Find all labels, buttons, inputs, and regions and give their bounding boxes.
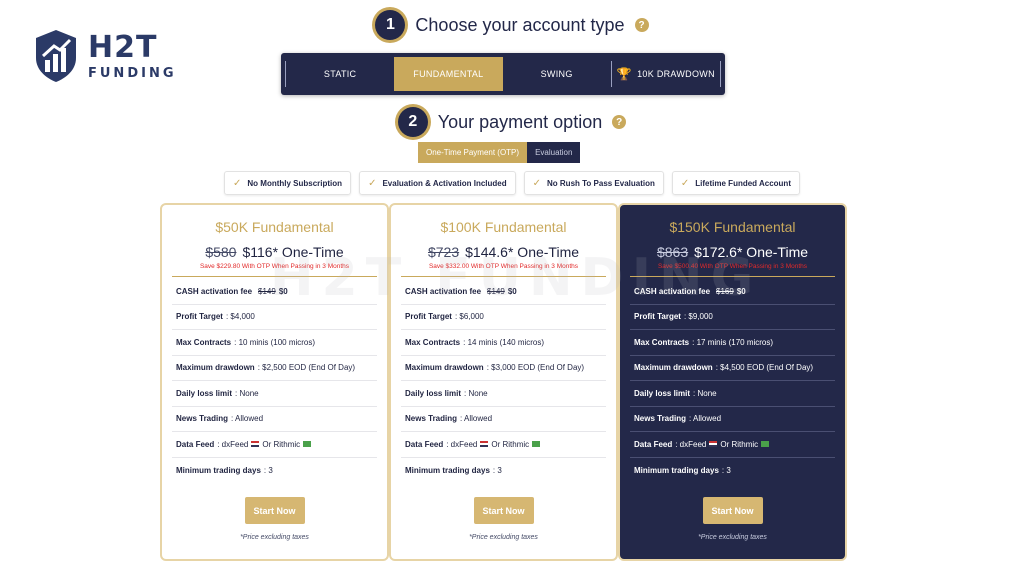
tab-fundamental[interactable]: FUNDAMENTAL: [394, 57, 503, 91]
save-note: Save $332.00 With OTP When Passing in 3 …: [428, 263, 579, 270]
check-icon: ✓: [233, 177, 242, 189]
spec-data-feed: Data Feed: dxFeed Or Rithmic: [630, 432, 835, 458]
spec-profit-target: Profit Target: $4,000: [172, 305, 377, 330]
old-price: $723: [427, 244, 460, 260]
flag-icon: [709, 441, 718, 448]
spec-daily-loss: Daily loss limit: None: [630, 381, 835, 407]
new-price: $116* One-Time: [242, 244, 344, 260]
flag-icon: [303, 441, 312, 448]
flag-icon: [251, 441, 260, 448]
plan-card-150k: $150K Fundamental $863 $172.6* One-Time …: [618, 203, 847, 561]
check-icon: ✓: [368, 177, 377, 189]
start-now-button[interactable]: Start Now: [473, 497, 534, 524]
divider: [630, 276, 835, 277]
new-price: $172.6* One-Time: [694, 244, 809, 260]
payment-evaluation-button[interactable]: Evaluation: [527, 142, 581, 163]
plan-price: $863 $172.6* One-Time: [657, 244, 808, 260]
plan-cards: $50K Fundamental $580 $116* One-Time Sav…: [160, 203, 847, 561]
step-number: 2: [397, 107, 428, 137]
divider: [172, 276, 377, 277]
help-icon[interactable]: ?: [612, 115, 627, 129]
flag-icon: [480, 441, 489, 448]
spec-min-days: Minimum trading days: 3: [405, 465, 502, 475]
new-price: $144.6* One-Time: [465, 244, 580, 260]
spec-list: CASH activation fee $169 $0 Profit Target:…: [630, 279, 835, 483]
logo-subtitle: FUNDING: [88, 65, 177, 81]
spec-max-contracts: Max Contracts: 10 minis (100 micros): [172, 330, 377, 356]
start-now-button[interactable]: Start Now: [244, 497, 305, 524]
payment-toggle: One-Time Payment (OTP) Evaluation: [418, 142, 581, 163]
payment-otp-button[interactable]: One-Time Payment (OTP): [418, 142, 528, 163]
spec-list: CASH activation fee $149 $0 Profit Target:…: [172, 279, 377, 483]
save-note: Save $500.40 With OTP When Passing in 3 …: [657, 263, 808, 270]
divider: [720, 61, 721, 87]
feature-chip: ✓ No Monthly Subscription: [224, 171, 352, 195]
plan-title: $50K Fundamental: [215, 219, 334, 235]
spec-profit-target: Profit Target: $6,000: [401, 305, 606, 330]
tab-label: 10K DRAWDOWN: [637, 69, 715, 79]
old-price: $863: [656, 244, 689, 260]
spec-daily-loss: Daily loss limit: None: [172, 381, 377, 407]
flag-icon: [532, 441, 541, 448]
plan-title: $100K Fundamental: [440, 219, 567, 235]
tab-10k-drawdown[interactable]: 🏆 10K DRAWDOWN: [612, 57, 720, 91]
tab-swing[interactable]: SWING: [503, 57, 611, 91]
spec-cash-fee: CASH activation fee $149 $0: [401, 279, 606, 305]
plan-title: $150K Fundamental: [669, 219, 796, 235]
account-type-tabs: STATIC FUNDAMENTAL SWING 🏆 10K DRAWDOWN: [281, 53, 725, 95]
spec-list: CASH activation fee $149 $0 Profit Target:…: [401, 279, 606, 483]
tab-static[interactable]: STATIC: [286, 57, 394, 91]
spec-data-feed: Data Feed: dxFeed Or Rithmic: [401, 432, 606, 458]
flag-icon: [761, 441, 770, 448]
spec-max-contracts: Max Contracts: 14 minis (140 micros): [401, 330, 606, 356]
feature-chip: ✓ No Rush To Pass Evaluation: [523, 171, 664, 195]
spec-cash-fee: CASH activation fee $149 $0: [172, 279, 377, 305]
old-price: $580: [205, 244, 237, 260]
save-note: Save $229.80 With OTP When Passing in 3 …: [199, 263, 350, 270]
spec-news-trading: News Trading: Allowed: [401, 407, 606, 432]
plan-price: $723 $144.6* One-Time: [428, 244, 579, 260]
help-icon[interactable]: ?: [634, 18, 649, 32]
spec-max-drawdown: Maximum drawdown: $3,000 EOD (End Of Day…: [401, 356, 606, 381]
spec-daily-loss: Daily loss limit: None: [401, 381, 606, 407]
trophy-icon: 🏆: [616, 67, 633, 81]
tax-note: *Price excluding taxes: [469, 534, 538, 541]
spec-max-contracts: Max Contracts: 17 minis (170 micros): [630, 330, 835, 356]
spec-max-drawdown: Maximum drawdown: $2,500 EOD (End Of Day…: [172, 356, 377, 381]
step-account-type-header: 1 Choose your account type ?: [0, 10, 1024, 40]
step-number: 1: [375, 10, 406, 40]
spec-news-trading: News Trading: Allowed: [630, 407, 835, 432]
plan-price: $580 $116* One-Time: [205, 244, 343, 260]
feature-chip: ✓ Evaluation & Activation Included: [359, 171, 516, 195]
tax-note: *Price excluding taxes: [240, 534, 309, 541]
plan-card-50k: $50K Fundamental $580 $116* One-Time Sav…: [160, 203, 389, 561]
spec-min-days: Minimum trading days: 3: [176, 465, 273, 475]
check-icon: ✓: [680, 177, 690, 189]
step-payment-header: 2 Your payment option ?: [0, 107, 1024, 137]
spec-max-drawdown: Maximum drawdown: $4,500 EOD (End Of Day…: [630, 356, 835, 381]
feature-chips: ✓ No Monthly Subscription ✓ Evaluation & A…: [0, 171, 1024, 195]
step-title: Your payment option: [437, 111, 603, 132]
start-now-button[interactable]: Start Now: [702, 497, 763, 524]
plan-card-100k: $100K Fundamental $723 $144.6* One-Time …: [389, 203, 618, 561]
step-title: Choose your account type: [415, 14, 625, 35]
spec-news-trading: News Trading: Allowed: [172, 407, 377, 432]
spec-profit-target: Profit Target: $9,000: [630, 305, 835, 330]
check-icon: ✓: [532, 177, 542, 189]
spec-data-feed: Data Feed: dxFeed Or Rithmic: [172, 432, 377, 458]
divider: [401, 276, 606, 277]
spec-min-days: Minimum trading days: 3: [634, 465, 731, 475]
tax-note: *Price excluding taxes: [698, 534, 767, 541]
feature-chip: ✓ Lifetime Funded Account: [671, 171, 800, 195]
spec-cash-fee: CASH activation fee $169 $0: [630, 279, 835, 305]
